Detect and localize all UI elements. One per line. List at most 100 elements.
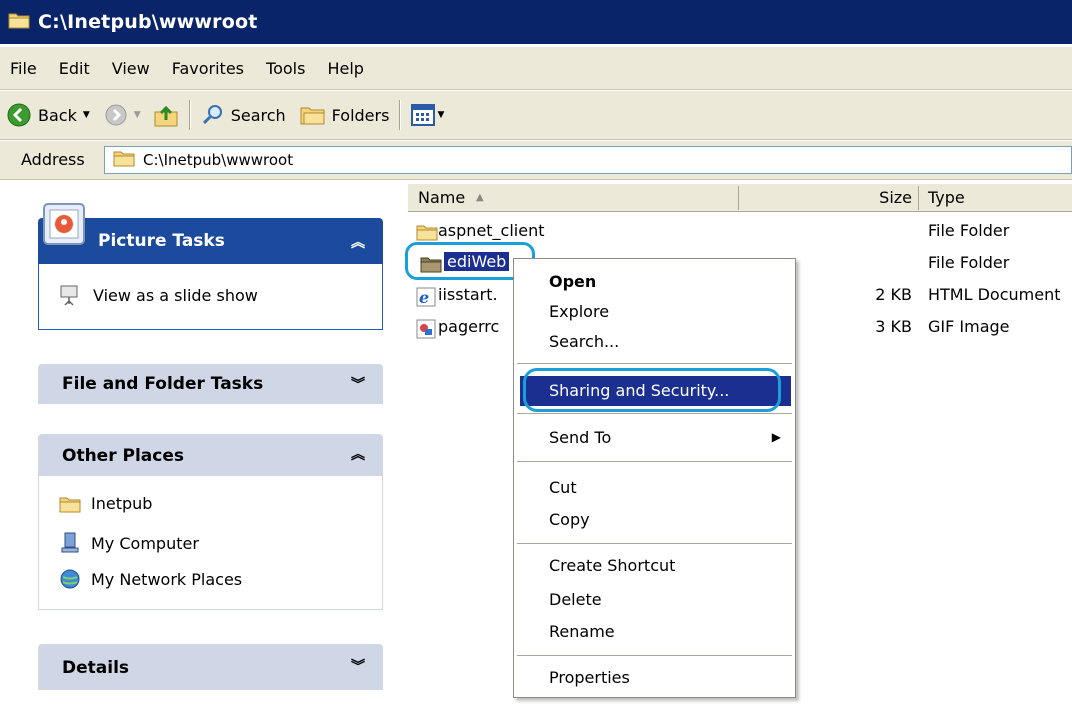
menu-separator xyxy=(517,655,792,656)
other-places-header[interactable]: Other Places ︽ xyxy=(38,434,383,476)
place-my-network-label: My Network Places xyxy=(91,569,243,589)
folder-icon xyxy=(416,223,438,245)
folder-icon xyxy=(113,149,135,171)
submenu-arrow-icon: ▶ xyxy=(771,430,781,444)
folder-icon xyxy=(420,255,442,277)
slideshow-icon xyxy=(60,285,78,306)
file-type: File Folder xyxy=(928,253,1010,272)
title-bar[interactable]: C:\Inetpub\wwwroot xyxy=(0,0,1072,44)
column-type[interactable]: Type xyxy=(928,188,965,207)
file-name: ediWeb xyxy=(444,252,510,271)
file-folder-tasks-header[interactable]: File and Folder Tasks ︾ xyxy=(38,364,383,404)
address-label: Address xyxy=(21,150,85,169)
file-size: 3 KB xyxy=(875,317,912,336)
place-inetpub[interactable]: Inetpub xyxy=(59,494,152,513)
menu-send-to[interactable]: Send To ▶ xyxy=(514,423,795,453)
views-icon xyxy=(411,104,436,126)
svg-text:e: e xyxy=(419,288,429,307)
collapse-chevron-icon[interactable]: ︽ xyxy=(351,444,365,464)
menu-separator xyxy=(517,543,792,544)
folders-label: Folders xyxy=(331,105,390,125)
address-value: C:\Inetpub\wwwroot xyxy=(143,151,294,169)
view-slideshow-label: View as a slide show xyxy=(93,285,258,305)
folders-icon xyxy=(300,107,325,125)
file-name: aspnet_client xyxy=(438,221,545,240)
window-title: C:\Inetpub\wwwroot xyxy=(38,11,258,33)
menu-separator xyxy=(517,413,792,414)
search-label: Search xyxy=(230,105,286,125)
place-my-computer-label: My Computer xyxy=(91,533,199,553)
picture-tasks-icon xyxy=(40,200,88,252)
sort-ascending-icon: ▲ xyxy=(476,192,484,203)
back-arrow-icon xyxy=(7,103,31,127)
dropdown-arrow-icon[interactable]: ▼ xyxy=(437,110,444,120)
menu-create-shortcut[interactable]: Create Shortcut xyxy=(514,551,795,581)
search-button[interactable]: Search xyxy=(201,103,286,127)
forward-button[interactable]: ▼ xyxy=(104,103,141,127)
collapse-chevron-icon[interactable]: ︽ xyxy=(351,232,365,252)
file-type: File Folder xyxy=(928,221,1010,240)
menu-copy[interactable]: Copy xyxy=(514,505,795,535)
context-menu: Open Explore Search... Sharing and Secur… xyxy=(513,258,796,698)
column-name[interactable]: Name xyxy=(418,188,465,207)
up-folder-button[interactable] xyxy=(153,102,179,128)
view-slideshow-task[interactable]: View as a slide show xyxy=(59,284,258,306)
toolbar-separator xyxy=(399,100,402,130)
column-size[interactable]: Size xyxy=(879,188,912,207)
folder-icon xyxy=(59,497,81,512)
toolbar-separator xyxy=(188,100,191,130)
folders-button[interactable]: Folders xyxy=(300,104,390,126)
menu-view[interactable]: View xyxy=(112,59,150,78)
menu-search[interactable]: Search... xyxy=(514,327,795,357)
menu-rename[interactable]: Rename xyxy=(514,617,795,647)
menu-tools[interactable]: Tools xyxy=(266,59,305,78)
file-type: GIF Image xyxy=(928,317,1010,336)
picture-tasks-body: View as a slide show xyxy=(38,264,383,330)
menu-edit[interactable]: Edit xyxy=(59,59,90,78)
expand-chevron-icon[interactable]: ︾ xyxy=(351,374,365,394)
menu-properties[interactable]: Properties xyxy=(514,663,795,693)
address-bar: Address C:\Inetpub\wwwroot xyxy=(0,140,1072,180)
menu-favorites[interactable]: Favorites xyxy=(172,59,244,78)
menu-sharing-security[interactable]: Sharing and Security... xyxy=(520,376,791,406)
folder-icon xyxy=(8,11,30,34)
gif-image-icon xyxy=(416,319,436,343)
views-button[interactable]: ▼ xyxy=(411,104,444,126)
expand-chevron-icon[interactable]: ︾ xyxy=(351,656,365,676)
file-row[interactable]: aspnet_client File Folder xyxy=(408,216,1072,248)
up-folder-icon xyxy=(154,105,178,127)
column-divider[interactable] xyxy=(738,186,739,210)
html-document-icon: e xyxy=(416,287,436,311)
column-divider[interactable] xyxy=(918,186,919,210)
menu-open[interactable]: Open xyxy=(514,267,795,297)
menu-delete[interactable]: Delete xyxy=(514,585,795,615)
menu-bar: File Edit View Favorites Tools Help xyxy=(0,44,1072,90)
picture-tasks-header[interactable]: Picture Tasks ︽ xyxy=(38,218,383,264)
computer-icon xyxy=(61,532,79,553)
place-my-network[interactable]: My Network Places xyxy=(59,568,242,590)
file-folder-tasks-title: File and Folder Tasks xyxy=(62,374,264,394)
file-size: 2 KB xyxy=(875,285,912,304)
place-my-computer[interactable]: My Computer xyxy=(59,532,199,554)
details-header[interactable]: Details ︾ xyxy=(38,644,383,690)
dropdown-arrow-icon[interactable]: ▼ xyxy=(83,110,90,120)
back-label: Back xyxy=(38,105,77,125)
picture-tasks-title: Picture Tasks xyxy=(98,231,225,251)
menu-separator xyxy=(517,461,792,462)
details-title: Details xyxy=(62,658,130,678)
search-icon xyxy=(202,105,222,125)
other-places-body: Inetpub My Computer My Network Places xyxy=(38,476,383,610)
menu-help[interactable]: Help xyxy=(327,59,363,78)
menu-file[interactable]: File xyxy=(10,59,37,78)
menu-cut[interactable]: Cut xyxy=(514,473,795,503)
menu-explore[interactable]: Explore xyxy=(514,297,795,327)
place-inetpub-label: Inetpub xyxy=(91,494,153,513)
forward-arrow-icon xyxy=(105,104,127,126)
toolbar: Back ▼ ▼ Search Folders ▼ xyxy=(0,90,1072,140)
file-list-header: Name ▲ Size Type xyxy=(408,184,1072,212)
back-button[interactable]: Back ▼ xyxy=(6,102,90,128)
address-input[interactable]: C:\Inetpub\wwwroot xyxy=(104,146,1072,174)
network-places-icon xyxy=(60,569,80,589)
dropdown-arrow-icon[interactable]: ▼ xyxy=(134,110,141,120)
menu-separator xyxy=(517,363,792,364)
